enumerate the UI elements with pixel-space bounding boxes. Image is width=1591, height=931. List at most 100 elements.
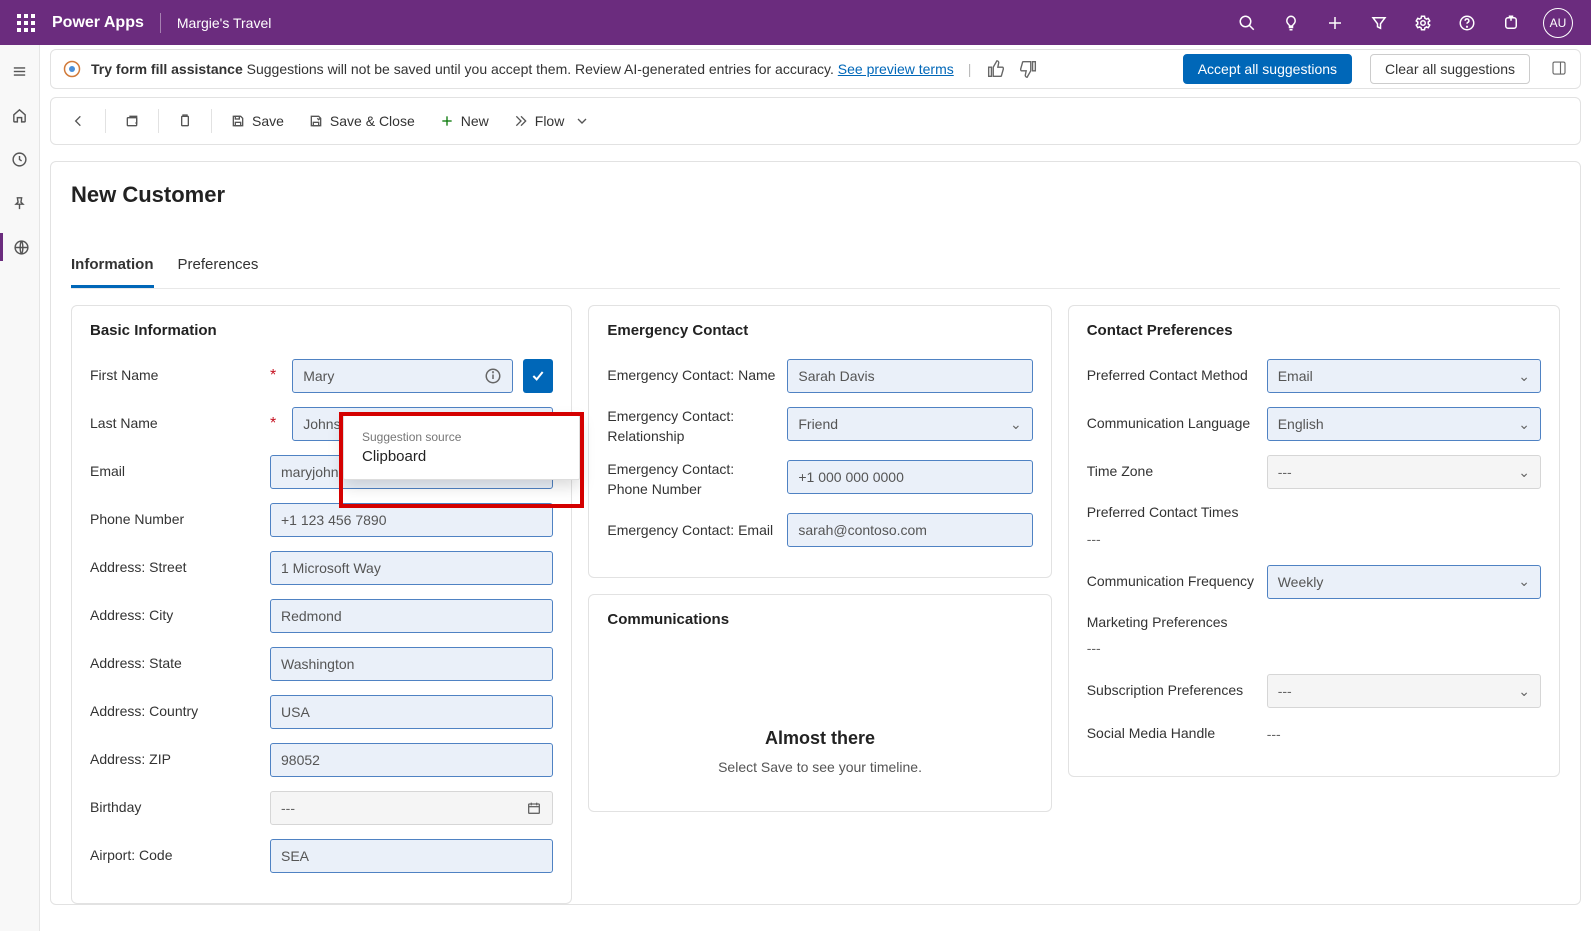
info-icon[interactable] (484, 367, 502, 385)
home-icon[interactable] (6, 101, 34, 129)
input-pref-tz[interactable]: ---⌄ (1267, 455, 1541, 489)
chevron-down-icon: ⌄ (1010, 416, 1022, 433)
label-phone: Phone Number (90, 510, 260, 530)
accept-suggestion-button[interactable] (523, 359, 553, 393)
recent-icon[interactable] (6, 145, 34, 173)
open-new-window-button[interactable] (114, 107, 150, 135)
back-button[interactable] (61, 107, 97, 135)
input-birthday[interactable]: --- (270, 791, 553, 825)
clipboard-button[interactable] (167, 107, 203, 135)
input-first-name[interactable]: Mary (292, 359, 513, 393)
input-country[interactable]: USA (270, 695, 553, 729)
input-ec-phone[interactable]: +1 000 000 0000 (787, 460, 1032, 494)
environment-name[interactable]: Margie's Travel (177, 15, 271, 31)
header-divider (160, 13, 161, 33)
required-indicator: * (270, 415, 276, 433)
global-header: Power Apps Margie's Travel AU (0, 0, 1591, 45)
section-title: Emergency Contact (607, 322, 1032, 339)
section-emergency-contact: Emergency Contact Emergency Contact: Nam… (588, 305, 1051, 578)
share-icon[interactable] (1491, 3, 1531, 43)
chevron-down-icon: ⌄ (1518, 683, 1530, 700)
main-content: Try form fill assistance Suggestions wil… (40, 45, 1591, 931)
label-street: Address: Street (90, 558, 260, 578)
tooltip-label: Suggestion source (362, 430, 561, 444)
input-ec-email[interactable]: sarah@contoso.com (787, 513, 1032, 547)
help-icon[interactable] (1447, 3, 1487, 43)
avatar[interactable]: AU (1543, 8, 1573, 38)
timeline-empty-subtitle: Select Save to see your timeline. (607, 759, 1032, 775)
label-pref-tz: Time Zone (1087, 462, 1257, 482)
expand-panel-icon[interactable] (1550, 59, 1568, 80)
tab-preferences[interactable]: Preferences (178, 248, 259, 288)
input-city[interactable]: Redmond (270, 599, 553, 633)
filter-icon[interactable] (1359, 3, 1399, 43)
thumbs-down-icon[interactable] (1017, 58, 1039, 80)
label-birthday: Birthday (90, 798, 260, 818)
banner-text: Suggestions will not be saved until you … (247, 61, 834, 77)
input-pref-subs[interactable]: ---⌄ (1267, 674, 1541, 708)
input-phone[interactable]: +1 123 456 7890 (270, 503, 553, 537)
section-title: Basic Information (90, 322, 553, 339)
command-bar: Save Save & Close New Flow (50, 97, 1581, 145)
input-pref-freq[interactable]: Weekly⌄ (1267, 565, 1541, 599)
label-pref-times: Preferred Contact Times (1087, 503, 1239, 523)
section-contact-preferences: Contact Preferences Preferred Contact Me… (1068, 305, 1560, 777)
banner-link[interactable]: See preview terms (838, 61, 954, 77)
required-indicator: * (270, 367, 276, 385)
label-ec-relationship: Emergency Contact: Relationship (607, 407, 777, 446)
ai-suggestion-banner: Try form fill assistance Suggestions wil… (50, 49, 1581, 89)
section-title: Contact Preferences (1087, 322, 1541, 339)
input-airport[interactable]: SEA (270, 839, 553, 873)
label-state: Address: State (90, 654, 260, 674)
value-pref-times[interactable]: --- (1087, 527, 1101, 551)
gear-icon[interactable] (1403, 3, 1443, 43)
input-ec-name[interactable]: Sarah Davis (787, 359, 1032, 393)
label-email: Email (90, 462, 260, 482)
chevron-down-icon: ⌄ (1518, 464, 1530, 481)
label-last-name: Last Name (90, 414, 260, 434)
label-pref-subs: Subscription Preferences (1087, 681, 1257, 701)
app-name: Power Apps (52, 14, 144, 32)
banner-bold: Try form fill assistance (91, 61, 243, 77)
new-button[interactable]: New (429, 107, 499, 135)
thumbs-up-icon[interactable] (985, 58, 1007, 80)
accept-all-button[interactable]: Accept all suggestions (1183, 54, 1352, 84)
save-button[interactable]: Save (220, 107, 294, 135)
input-street[interactable]: 1 Microsoft Way (270, 551, 553, 585)
plus-icon[interactable] (1315, 3, 1355, 43)
input-ec-relationship[interactable]: Friend ⌄ (787, 407, 1032, 441)
pin-icon[interactable] (6, 189, 34, 217)
save-close-button[interactable]: Save & Close (298, 107, 425, 135)
label-ec-phone: Emergency Contact: Phone Number (607, 460, 777, 499)
input-zip[interactable]: 98052 (270, 743, 553, 777)
label-pref-method: Preferred Contact Method (1087, 366, 1257, 386)
timeline-empty-title: Almost there (607, 728, 1032, 749)
input-pref-lang[interactable]: English⌄ (1267, 407, 1541, 441)
hamburger-icon[interactable] (6, 57, 34, 85)
calendar-icon[interactable] (526, 800, 542, 816)
section-title: Communications (607, 611, 1032, 628)
label-pref-marketing: Marketing Preferences (1087, 613, 1228, 633)
chevron-down-icon: ⌄ (1518, 573, 1530, 590)
left-nav-rail (0, 45, 40, 931)
input-pref-method[interactable]: Email⌄ (1267, 359, 1541, 393)
label-zip: Address: ZIP (90, 750, 260, 770)
value-pref-marketing[interactable]: --- (1087, 636, 1101, 660)
waffle-icon[interactable] (10, 7, 42, 39)
value-pref-social[interactable]: --- (1267, 722, 1281, 746)
search-icon[interactable] (1227, 3, 1267, 43)
label-city: Address: City (90, 606, 260, 626)
label-ec-email: Emergency Contact: Email (607, 521, 777, 541)
section-basic-information: Basic Information First Name * Mary Las (71, 305, 572, 904)
suggestion-source-tooltip: Suggestion source Clipboard (343, 415, 580, 480)
page-title: New Customer (71, 182, 1560, 208)
copilot-icon (63, 60, 81, 78)
globe-icon[interactable] (0, 233, 39, 261)
flow-button[interactable]: Flow (503, 107, 601, 135)
input-state[interactable]: Washington (270, 647, 553, 681)
tab-information[interactable]: Information (71, 248, 154, 288)
label-pref-lang: Communication Language (1087, 414, 1257, 434)
lightbulb-icon[interactable] (1271, 3, 1311, 43)
clear-all-button[interactable]: Clear all suggestions (1370, 54, 1530, 84)
section-communications: Communications Almost there Select Save … (588, 594, 1051, 812)
